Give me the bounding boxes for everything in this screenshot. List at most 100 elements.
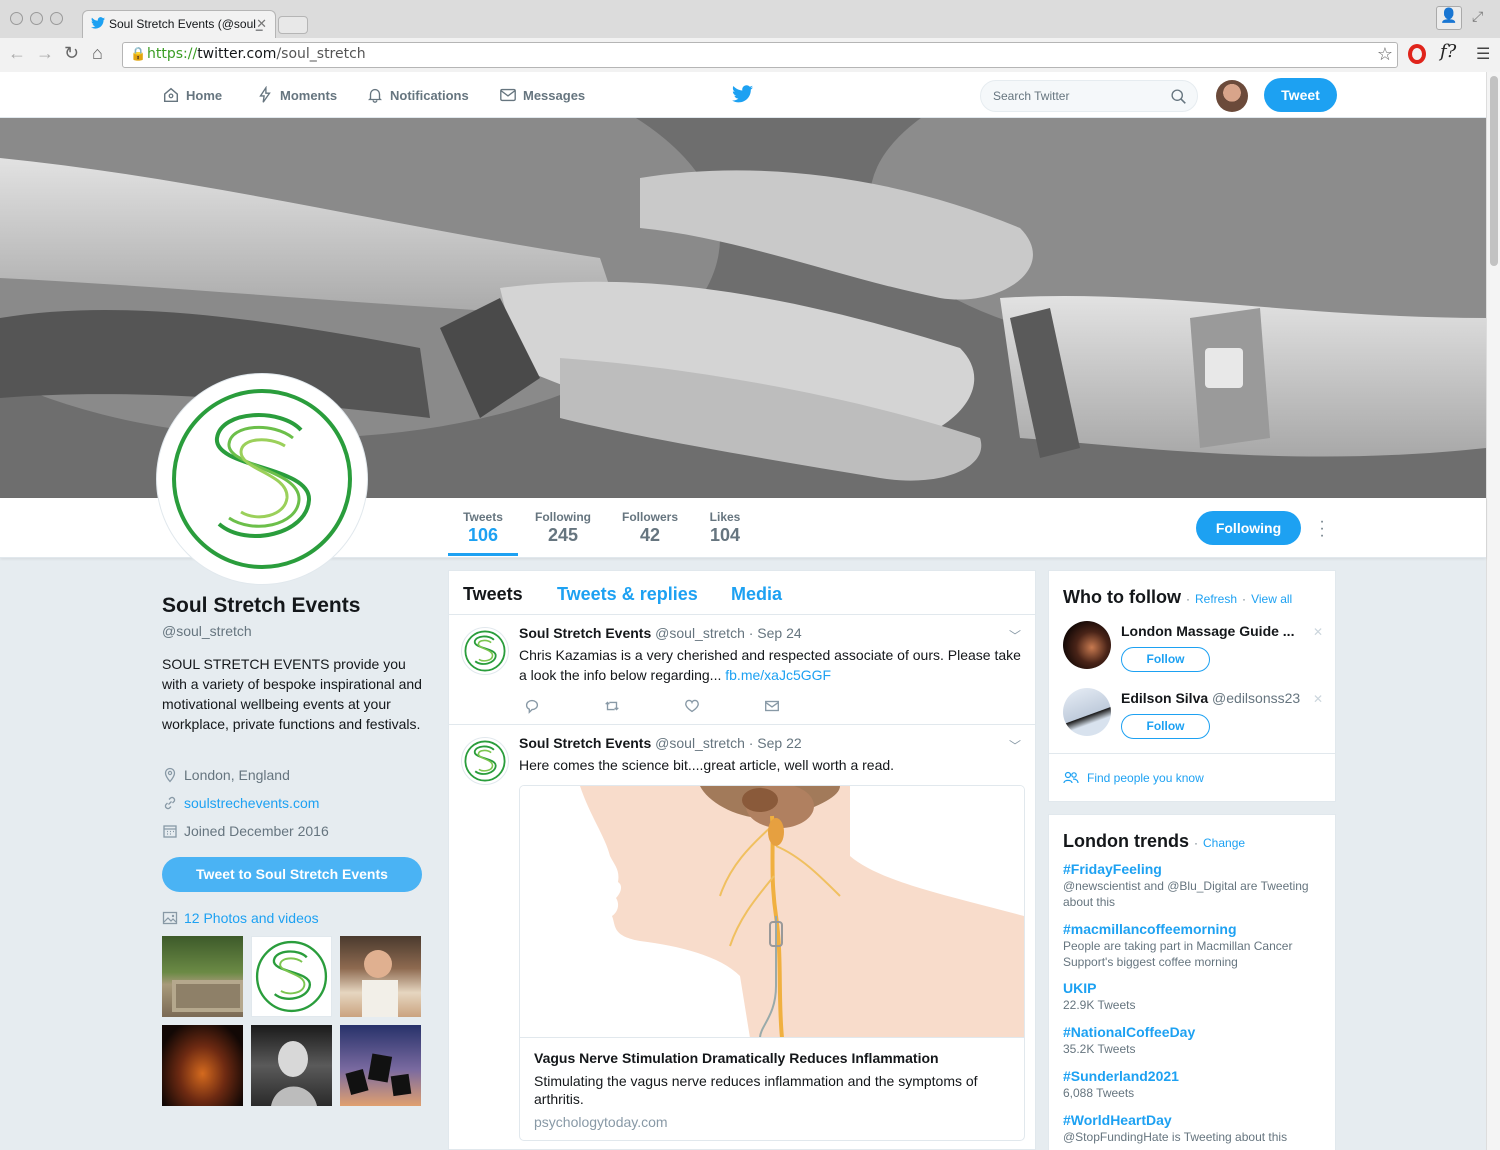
trend-item[interactable]: #NationalCoffeeDay 35.2K Tweets (1063, 1024, 1323, 1057)
media-thumbnail[interactable] (340, 1025, 421, 1106)
dismiss-icon[interactable]: ✕ (1313, 692, 1323, 706)
minimize-window-button[interactable] (30, 12, 43, 25)
tweet-handle-date[interactable]: @soul_stretch · Sep 24 (655, 625, 802, 641)
trend-name[interactable]: #macmillancoffeemorning (1063, 921, 1323, 937)
refresh-link[interactable]: Refresh (1195, 592, 1237, 606)
media-thumbnail[interactable] (251, 936, 332, 1017)
stat-likes[interactable]: Likes 104 (704, 510, 746, 546)
trend-name[interactable]: #WorldHeartDay (1063, 1112, 1323, 1128)
browser-tab[interactable]: Soul Stretch Events (@soul_ ✕ (82, 10, 276, 38)
tweet-handle-date[interactable]: @soul_stretch · Sep 22 (655, 735, 802, 751)
following-button[interactable]: Following (1196, 511, 1301, 545)
tweet-text: Here comes the science bit....great arti… (519, 757, 895, 773)
direct-message-icon[interactable] (763, 697, 781, 715)
chevron-down-icon[interactable]: ﹀ (1009, 737, 1021, 754)
tweet-avatar[interactable] (461, 627, 509, 675)
follow-button[interactable]: Follow (1121, 647, 1210, 672)
nav-home[interactable]: Home (162, 86, 222, 104)
tab-media[interactable]: Media (731, 584, 782, 605)
tweet-item[interactable]: Soul Stretch Events @soul_stretch · Sep … (449, 725, 1035, 1149)
suggested-user-avatar[interactable] (1063, 621, 1111, 669)
reply-icon[interactable] (523, 697, 541, 715)
formula-extension-icon[interactable]: f? (1440, 41, 1456, 62)
nav-notifications[interactable]: Notifications (366, 86, 469, 104)
dismiss-icon[interactable]: ✕ (1313, 625, 1323, 639)
media-thumbnail[interactable] (340, 936, 421, 1017)
tweet-item[interactable]: Soul Stretch Events @soul_stretch · Sep … (449, 615, 1035, 725)
tweet-author-name[interactable]: Soul Stretch Events (519, 735, 651, 751)
page-scrollbar[interactable] (1486, 72, 1500, 1150)
image-icon (162, 911, 178, 925)
profile-handle[interactable]: @soul_stretch (162, 623, 252, 639)
home-icon[interactable]: ⌂ (92, 43, 103, 64)
stat-followers[interactable]: Followers 42 (618, 510, 682, 546)
trend-name[interactable]: #FridayFeeling (1063, 861, 1323, 877)
scroll-thumb[interactable] (1490, 76, 1498, 266)
tweet-link[interactable]: fb.me/xaJc5GGF (725, 667, 831, 683)
suggested-user-name[interactable]: Edilson Silva @edilsonss23 (1121, 690, 1301, 706)
tweet-author-name[interactable]: Soul Stretch Events (519, 625, 651, 641)
reload-icon[interactable]: ↻ (64, 43, 79, 64)
trend-item[interactable]: UKIP 22.9K Tweets (1063, 980, 1323, 1013)
url-host: twitter.com (197, 46, 277, 62)
suggested-user-avatar[interactable] (1063, 688, 1111, 736)
opera-extension-icon[interactable] (1408, 44, 1426, 64)
new-tab-button[interactable] (278, 16, 308, 34)
link-preview-card[interactable]: Vagus Nerve Stimulation Dramatically Red… (519, 785, 1025, 1141)
tab-tweets[interactable]: Tweets (463, 584, 523, 605)
lightning-icon (259, 86, 271, 103)
close-tab-icon[interactable]: ✕ (256, 16, 267, 32)
suggested-user[interactable]: London Massage Guide ... Follow ✕ (1063, 621, 1323, 681)
media-thumbnail[interactable] (251, 1025, 332, 1106)
fullscreen-icon[interactable]: ⤢ (1472, 8, 1483, 25)
profile-bio: SOUL STRETCH EVENTS provide you with a v… (162, 656, 422, 732)
heart-icon[interactable] (683, 697, 701, 715)
trend-item[interactable]: #macmillancoffeemorning People are takin… (1063, 921, 1323, 970)
search-placeholder: Search Twitter (993, 89, 1070, 103)
profile-name[interactable]: Soul Stretch Events (162, 594, 360, 618)
profile-avatar[interactable] (157, 374, 367, 584)
trend-name[interactable]: #Sunderland2021 (1063, 1068, 1323, 1084)
follow-button[interactable]: Follow (1121, 714, 1210, 739)
trend-item[interactable]: #WorldHeartDay @StopFundingHate is Tweet… (1063, 1112, 1323, 1145)
profile-website-link[interactable]: soulstrechevents.com (184, 795, 319, 811)
zoom-window-button[interactable] (50, 12, 63, 25)
bookmark-star-icon[interactable]: ☆ (1377, 44, 1393, 65)
browser-menu-icon[interactable]: ☰ (1476, 44, 1490, 64)
tweet-to-button[interactable]: Tweet to Soul Stretch Events (162, 857, 422, 892)
tab-strip: Soul Stretch Events (@soul_ ✕ 👤 ⤢ (0, 0, 1500, 38)
trend-item[interactable]: #Sunderland2021 6,088 Tweets (1063, 1068, 1323, 1101)
stat-tweets[interactable]: Tweets 106 (458, 510, 508, 546)
browser-profile-icon[interactable]: 👤 (1436, 6, 1462, 30)
nav-moments[interactable]: Moments (256, 86, 337, 104)
compose-tweet-button[interactable]: Tweet (1264, 78, 1337, 112)
stat-following[interactable]: Following 245 (532, 510, 594, 546)
chevron-down-icon[interactable]: ﹀ (1009, 627, 1021, 644)
back-arrow-icon[interactable]: ← (8, 43, 26, 64)
media-thumbnail[interactable] (162, 1025, 243, 1106)
current-user-avatar[interactable] (1216, 80, 1248, 112)
retweet-icon[interactable] (603, 697, 621, 715)
trend-description: 22.9K Tweets (1063, 998, 1136, 1012)
view-all-link[interactable]: View all (1251, 592, 1292, 606)
twitter-bird-logo-icon[interactable] (732, 85, 753, 103)
address-bar[interactable]: 🔒 https://twitter.com/soul_stretch ☆ (122, 42, 1398, 68)
suggested-user[interactable]: Edilson Silva @edilsonss23 Follow ✕ (1063, 688, 1323, 748)
nav-messages[interactable]: Messages (499, 86, 585, 104)
trend-item[interactable]: #FridayFeeling @newscientist and @Blu_Di… (1063, 861, 1323, 910)
suggested-user-name[interactable]: London Massage Guide ... (1121, 623, 1301, 639)
trend-name[interactable]: UKIP (1063, 980, 1323, 996)
find-people-link[interactable]: Find people you know (1063, 771, 1204, 785)
search-icon[interactable] (1170, 88, 1187, 105)
tweet-avatar[interactable] (461, 737, 509, 785)
change-trends-link[interactable]: Change (1203, 836, 1245, 850)
search-input[interactable]: Search Twitter (980, 80, 1198, 112)
media-thumbnail[interactable] (162, 936, 243, 1017)
forward-arrow-icon[interactable]: → (36, 43, 54, 64)
profile-website[interactable]: soulstrechevents.com (162, 795, 319, 811)
more-options-icon[interactable]: · · · (1318, 514, 1326, 544)
tab-tweets-replies[interactable]: Tweets & replies (557, 584, 698, 605)
photos-videos-link[interactable]: 12 Photos and videos (162, 910, 319, 926)
trend-name[interactable]: #NationalCoffeeDay (1063, 1024, 1323, 1040)
close-window-button[interactable] (10, 12, 23, 25)
